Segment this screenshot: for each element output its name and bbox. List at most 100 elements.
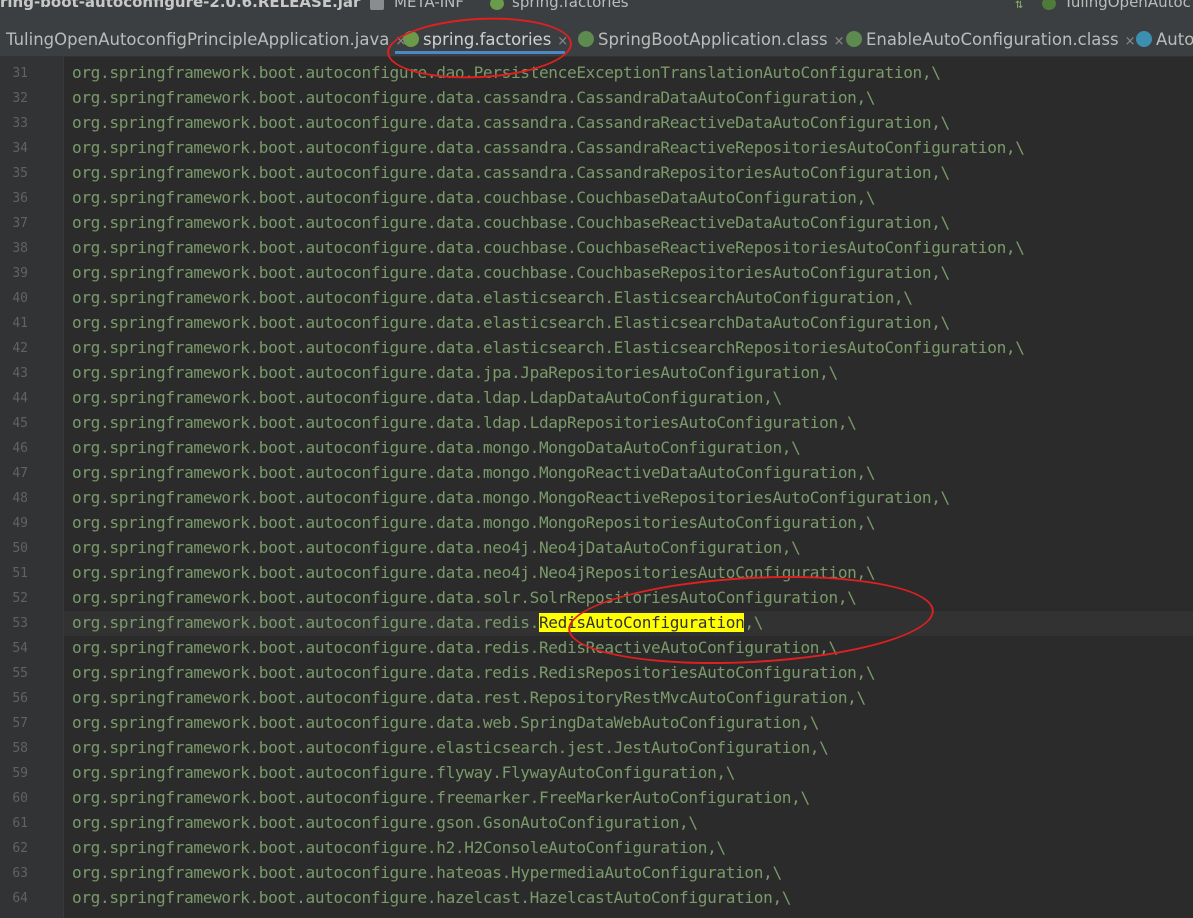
line-number: 55 [12, 666, 28, 681]
code-text: org.springframework.boot.autoconfigure.d… [72, 213, 950, 232]
code-line[interactable]: org.springframework.boot.autoconfigure.d… [64, 461, 1193, 486]
code-text: org.springframework.boot.autoconfigure.f… [72, 763, 736, 782]
code-text: org.springframework.boot.autoconfigure.f… [72, 788, 810, 807]
code-line[interactable]: org.springframework.boot.autoconfigure.h… [64, 836, 1193, 861]
code-text: org.springframework.boot.autoconfigure.h… [72, 863, 782, 882]
code-line[interactable]: org.springframework.boot.autoconfigure.h… [64, 886, 1193, 911]
breadcrumb-folder[interactable]: META-INF [394, 0, 464, 10]
code-line[interactable]: org.springframework.boot.autoconfigure.d… [64, 236, 1193, 261]
line-number-gutter[interactable]: 31 32 33 34 35 36 37 38 39 40 41 42 43 44 45 46 47 48 49 50… [0, 56, 64, 918]
code-line[interactable]: org.springframework.boot.autoconfigure.d… [64, 636, 1193, 661]
run-config-icon [1042, 0, 1056, 10]
code-line[interactable]: org.springframework.boot.autoconfigure.d… [64, 711, 1193, 736]
line-number: 39 [12, 266, 28, 281]
code-line[interactable]: org.springframework.boot.autoconfigure.d… [64, 311, 1193, 336]
code-text: org.springframework.boot.autoconfigure.d… [72, 313, 950, 332]
line-number: 58 [12, 741, 28, 756]
tab-enableautoconfiguration-class[interactable]: EnableAutoConfiguration.class × [846, 28, 1136, 52]
annotation-class-icon [846, 31, 862, 47]
code-text: org.springframework.boot.autoconfigure.d… [72, 63, 941, 82]
code-text: org.springframework.boot.autoconfigure.d… [72, 488, 950, 507]
code-line[interactable]: org.springframework.boot.autoconfigure.f… [64, 761, 1193, 786]
breadcrumb-jar[interactable]: ring-boot-autoconfigure-2.0.6.RELEASE.ja… [0, 0, 360, 10]
vcs-update-icon[interactable]: ⇅ [1015, 0, 1023, 13]
tab-auto-truncated[interactable]: Auto [1136, 28, 1193, 52]
code-text: org.springframework.boot.autoconfigure.d… [72, 413, 857, 432]
code-editor[interactable]: org.springframework.boot.autoconfigure.d… [64, 56, 1193, 918]
code-line[interactable]: org.springframework.boot.autoconfigure.d… [64, 661, 1193, 686]
class-icon [1136, 31, 1152, 47]
code-text: org.springframework.boot.autoconfigure.d… [72, 538, 801, 557]
code-line[interactable]: org.springframework.boot.autoconfigure.d… [64, 411, 1193, 436]
code-line[interactable]: org.springframework.boot.autoconfigure.h… [64, 861, 1193, 886]
line-number: 47 [12, 466, 28, 481]
line-number: 59 [12, 766, 28, 781]
code-text: org.springframework.boot.autoconfigure.d… [72, 588, 857, 607]
code-line[interactable]: org.springframework.boot.autoconfigure.d… [64, 136, 1193, 161]
run-configuration-selector[interactable]: TulingOpenAutoc [1064, 0, 1191, 10]
code-line[interactable]: org.springframework.boot.autoconfigure.d… [64, 61, 1193, 86]
code-line[interactable]: org.springframework.boot.autoconfigure.g… [64, 811, 1193, 836]
close-icon[interactable]: × [834, 34, 845, 49]
line-number: 41 [12, 316, 28, 331]
code-line[interactable]: org.springframework.boot.autoconfigure.d… [64, 486, 1193, 511]
line-number: 50 [12, 541, 28, 556]
line-number: 62 [12, 841, 28, 856]
code-text: org.springframework.boot.autoconfigure.d… [72, 463, 876, 482]
code-text: org.springframework.boot.autoconfigure.d… [72, 663, 876, 682]
code-line[interactable]: org.springframework.boot.autoconfigure.d… [64, 611, 1193, 636]
spring-file-icon [490, 0, 504, 10]
code-line[interactable]: org.springframework.boot.autoconfigure.d… [64, 361, 1193, 386]
line-number: 38 [12, 241, 28, 256]
code-text: org.springframework.boot.autoconfigure.d… [72, 363, 838, 382]
code-line[interactable]: org.springframework.boot.autoconfigure.d… [64, 511, 1193, 536]
code-text: org.springframework.boot.autoconfigure.d… [72, 388, 782, 407]
code-line[interactable]: org.springframework.boot.autoconfigure.d… [64, 186, 1193, 211]
line-number: 49 [12, 516, 28, 531]
tab-spring-factories[interactable]: spring.factories × [403, 28, 568, 52]
close-icon[interactable]: × [1125, 34, 1136, 49]
code-text: org.springframework.boot.autoconfigure.d… [72, 513, 876, 532]
code-text: org.springframework.boot.autoconfigure.d… [72, 88, 876, 107]
line-number: 57 [12, 716, 28, 731]
code-line[interactable]: org.springframework.boot.autoconfigure.d… [64, 161, 1193, 186]
line-number: 45 [12, 416, 28, 431]
spring-leaf-icon [403, 31, 419, 47]
line-number: 51 [12, 566, 28, 581]
code-line[interactable]: org.springframework.boot.autoconfigure.d… [64, 586, 1193, 611]
code-text: org.springframework.boot.autoconfigure.d… [72, 438, 801, 457]
tab-label: EnableAutoConfiguration.class [866, 30, 1119, 49]
tab-springbootapplication-class[interactable]: SpringBootApplication.class × [578, 28, 845, 52]
active-tab-indicator [395, 51, 565, 54]
tab-label: SpringBootApplication.class [598, 30, 828, 49]
tab-label: TulingOpenAutoconfigPrincipleApplication… [6, 30, 390, 49]
code-line[interactable]: org.springframework.boot.autoconfigure.d… [64, 211, 1193, 236]
code-text: org.springframework.boot.autoconfigure.d… [72, 338, 1025, 357]
code-line[interactable]: org.springframework.boot.autoconfigure.d… [64, 286, 1193, 311]
code-line[interactable]: org.springframework.boot.autoconfigure.d… [64, 111, 1193, 136]
code-line[interactable]: org.springframework.boot.autoconfigure.d… [64, 261, 1193, 286]
line-number: 42 [12, 341, 28, 356]
code-text: org.springframework.boot.autoconfigure.d… [72, 563, 876, 582]
annotation-class-icon [578, 31, 594, 47]
tab-tuling-application-java[interactable]: TulingOpenAutoconfigPrincipleApplication… [0, 28, 406, 52]
code-suffix: ,\ [744, 613, 764, 632]
code-line[interactable]: org.springframework.boot.autoconfigure.d… [64, 436, 1193, 461]
code-line[interactable]: org.springframework.boot.autoconfigure.d… [64, 86, 1193, 111]
close-icon[interactable]: × [557, 34, 568, 49]
code-line[interactable]: org.springframework.boot.autoconfigure.d… [64, 561, 1193, 586]
code-line[interactable]: org.springframework.boot.autoconfigure.d… [64, 336, 1193, 361]
code-line[interactable]: org.springframework.boot.autoconfigure.d… [64, 386, 1193, 411]
line-number: 44 [12, 391, 28, 406]
code-line[interactable]: org.springframework.boot.autoconfigure.f… [64, 786, 1193, 811]
code-text-highlighted: org.springframework.boot.autoconfigure.d… [72, 612, 763, 634]
code-text: org.springframework.boot.autoconfigure.d… [72, 713, 820, 732]
code-line[interactable]: org.springframework.boot.autoconfigure.e… [64, 736, 1193, 761]
breadcrumb-file[interactable]: spring.factories [512, 0, 629, 10]
line-number: 53 [12, 616, 28, 631]
code-text: org.springframework.boot.autoconfigure.d… [72, 263, 950, 282]
code-line[interactable]: org.springframework.boot.autoconfigure.d… [64, 686, 1193, 711]
code-line[interactable]: org.springframework.boot.autoconfigure.d… [64, 536, 1193, 561]
line-number: 31 [12, 66, 28, 81]
line-number: 46 [12, 441, 28, 456]
